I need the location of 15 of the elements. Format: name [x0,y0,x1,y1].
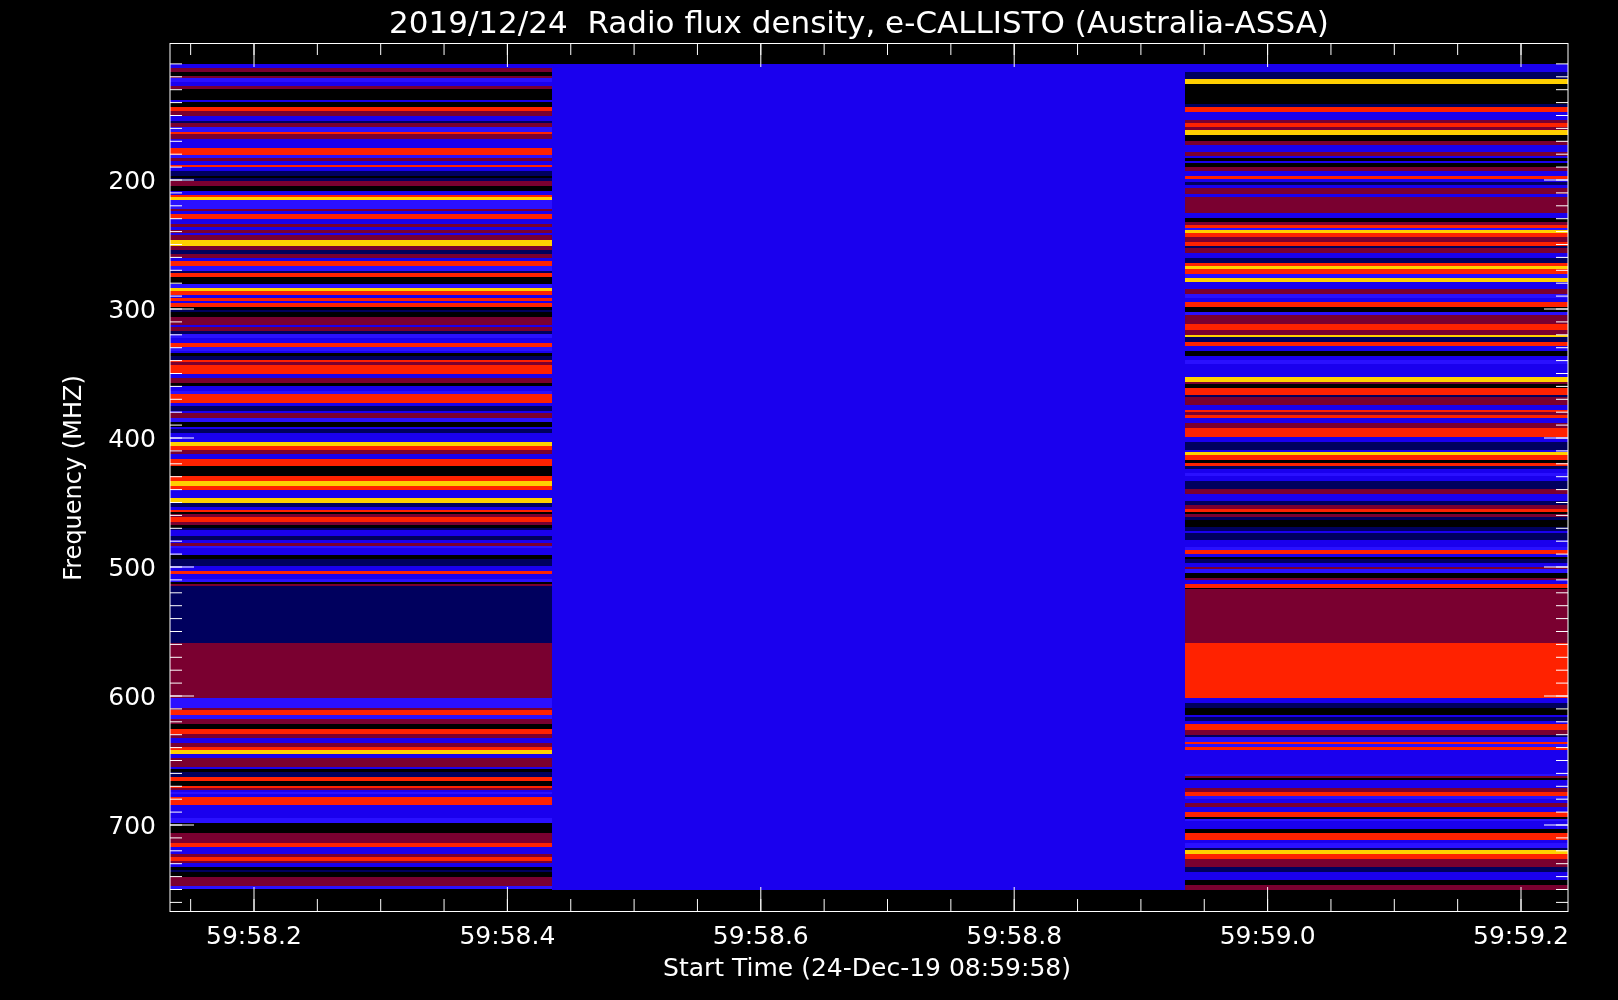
x-tick-label: 59:59.0 [1219,921,1316,950]
x-tick-label: 59:58.8 [966,921,1063,950]
x-tick-label: 59:58.2 [206,921,302,950]
x-tick-label: 59:58.4 [459,921,556,950]
y-tick-label: 200 [108,166,156,195]
y-axis-label: Frequency (MHZ) [59,375,87,581]
chart-title: 2019/12/24 Radio flux density, e-CALLISTO (Australia-ASSA) [388,2,1330,42]
y-tick-label: 600 [108,682,156,711]
y-tick-label: 700 [108,811,156,840]
y-tick-label: 500 [108,553,156,582]
x-axis-label: Start Time (24-Dec-19 08:59:58) [662,953,1071,982]
y-tick-label: 300 [108,295,156,324]
y-tick-label: 400 [108,424,156,453]
x-tick-label: 59:59.2 [1473,921,1569,950]
x-tick-label: 59:58.6 [712,921,809,950]
